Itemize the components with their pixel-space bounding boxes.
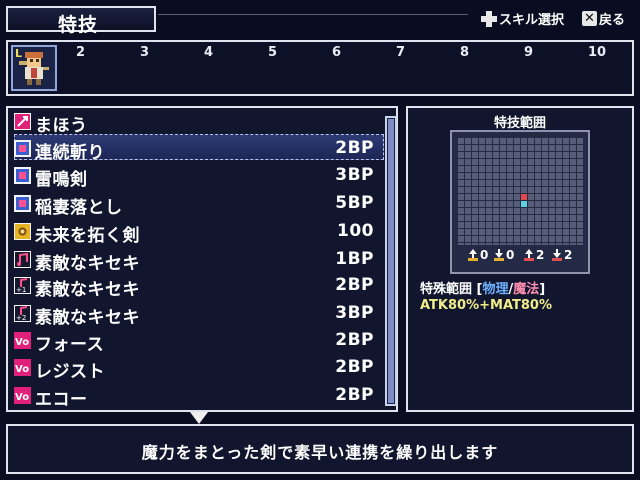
note-plus2-skill-icon: +2 [14,305,31,322]
scrollbar-thumb[interactable] [388,119,394,403]
skill-row[interactable]: +2 素敵なキセキ 3BP [14,302,376,328]
skill-description-panel: 魔力をまとった剣で素早い連携を繰り出します [6,424,634,474]
svg-text:Vo: Vo [15,392,29,403]
skill-description: 魔力をまとった剣で素早い連携を繰り出します [141,443,499,462]
note-plus1-skill-icon: +1 [14,277,31,294]
party-slot-7[interactable]: 7 [396,45,405,60]
note-skill-icon [14,251,31,268]
magic-label: 魔法 [513,282,540,297]
range-type-label: 特殊範囲 [420,282,473,297]
vo-skill-icon: Vo [14,387,31,404]
skill-cost: 100 [337,221,374,241]
range-stat-value: 2 [536,248,545,262]
menu-title-box: 特技 [6,6,156,36]
down-arrow-icon [494,249,504,261]
skill-cost: 2BP [335,385,374,405]
skill-name: 稲妻落とし [35,198,123,218]
skill-name: 雷鳴剣 [35,170,88,190]
skill-cost: 2BP [335,357,374,377]
party-slot-2[interactable]: 2 [76,45,85,60]
range-stat-2: 0 [494,248,514,262]
skill-row[interactable]: +1 素敵なキセキ 2BP [14,274,376,300]
party-slot-1[interactable]: L [11,45,57,91]
skill-cost: 2BP [335,275,374,295]
damage-formula: ATK80%+MAT80% [420,298,552,313]
skill-name: まほう [35,116,88,136]
skill-cost: 3BP [335,303,374,323]
vo-skill-icon: Vo [14,359,31,376]
cancel-button-icon: ✕ [582,11,597,26]
skill-range-panel: 特技範囲 0 0 2 2 特殊範囲 [物理/魔法] ATK80%+MAT80% [406,106,634,412]
bracket-close: ] [539,282,546,297]
skill-row[interactable]: 雷鳴剣 3BP [14,164,376,190]
back-hint[interactable]: ✕ 戻る [582,9,625,28]
magic-category-icon [14,113,31,130]
party-slot-8[interactable]: 8 [460,45,469,60]
party-slot-10[interactable]: 10 [588,45,606,60]
range-stat-1: 0 [468,248,488,262]
range-type-line: 特殊範囲 [物理/魔法] [420,278,545,297]
party-slot-6[interactable]: 6 [332,45,341,60]
skill-cost: 2BP [335,330,374,350]
grid-target-cell [521,194,527,200]
physical-label: 物理 [482,282,509,297]
skill-row[interactable]: Vo レジスト 2BP [14,356,376,382]
party-bar: L 2 3 4 5 6 7 8 9 10 [6,40,634,96]
sword-skill-icon [14,140,31,157]
range-stat-value: 0 [506,248,515,262]
range-stat-value: 2 [564,248,573,262]
skill-row-selected[interactable]: 連続斬り 2BP [14,137,376,163]
up-arrow-icon [524,249,534,261]
skill-list-scrollbar[interactable] [385,116,397,406]
scroll-down-arrow-icon [190,412,208,424]
skill-name: 連続斬り [35,143,105,163]
skill-name: フォース [35,335,105,355]
skill-name: レジスト [35,362,105,382]
skill-name: エコー [35,390,88,410]
skill-cost: 3BP [335,165,374,185]
svg-text:Vo: Vo [15,337,29,348]
grid-user-cell [521,201,527,207]
range-stat-value: 0 [480,248,489,262]
skill-cost: 2BP [335,138,374,158]
party-slot-9[interactable]: 9 [524,45,533,60]
skill-name: 未来を拓く剣 [35,226,140,246]
header-divider [158,14,468,15]
party-slot-3[interactable]: 3 [140,45,149,60]
svg-text:+2: +2 [16,314,26,322]
skill-row[interactable]: Vo フォース 2BP [14,329,376,355]
back-hint-label: 戻る [599,13,626,28]
skill-row[interactable]: Vo エコー 2BP [14,384,376,410]
menu-title: 特技 [58,14,99,36]
range-stat-4: 2 [552,248,572,262]
range-stat-3: 2 [524,248,544,262]
sparkle-skill-icon [14,223,31,240]
vo-skill-icon: Vo [14,332,31,349]
sword-skill-icon [14,195,31,212]
sword-skill-icon [14,167,31,184]
dpad-icon [481,10,497,27]
range-panel-title: 特技範囲 [493,116,546,131]
skill-row[interactable]: 素敵なキセキ 1BP [14,248,376,274]
skill-name: 素敵なキセキ [35,308,140,328]
skill-cost: 5BP [335,193,374,213]
skill-select-hint-label: スキル選択 [499,13,565,28]
skill-name: 素敵なキセキ [35,280,140,300]
skill-row[interactable]: 未来を拓く剣 100 [14,220,376,246]
svg-text:+1: +1 [16,286,26,294]
range-grid [457,137,583,245]
skill-category-magic[interactable]: まほう [14,110,376,136]
party-slot-5[interactable]: 5 [268,45,277,60]
party-slot-4[interactable]: 4 [204,45,213,60]
svg-text:Vo: Vo [15,364,29,375]
skill-select-hint: スキル選択 [481,9,564,28]
up-arrow-icon [468,249,478,261]
skill-name: 素敵なキセキ [35,254,140,274]
skill-cost: 1BP [335,249,374,269]
level-badge: L [15,47,23,60]
down-arrow-icon [552,249,562,261]
skill-row[interactable]: 稲妻落とし 5BP [14,192,376,218]
